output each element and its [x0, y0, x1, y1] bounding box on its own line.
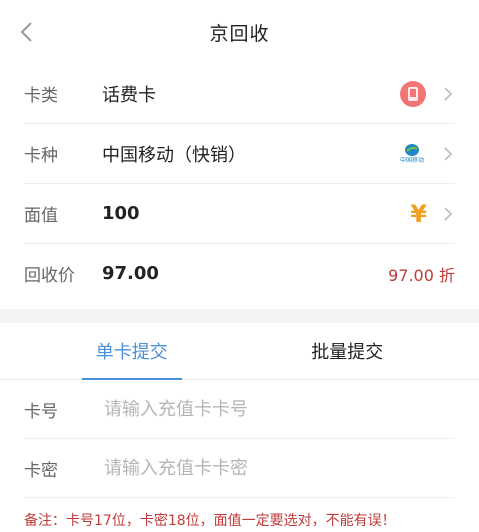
tab-single-submit[interactable]: 单卡提交 — [24, 323, 240, 379]
yen-icon: ¥ — [410, 199, 427, 228]
back-button[interactable] — [12, 18, 40, 46]
header-bar: 京回收 — [0, 0, 479, 64]
card-number-input[interactable] — [102, 397, 455, 421]
note-text: 备注：卡号17位，卡密18位，面值一定要选对，不能有误！ — [24, 513, 396, 529]
chevron-left-icon — [20, 22, 32, 42]
card-password-label: 卡密 — [24, 460, 58, 481]
discount-text: 97.00 折 — [388, 265, 455, 285]
card-kind-row[interactable]: 卡种 中国移动（快销） 中国移动 — [24, 124, 455, 184]
page-title: 京回收 — [209, 22, 270, 45]
card-password-field: 卡密 — [24, 439, 455, 498]
phone-card-icon — [400, 80, 426, 107]
card-type-label: 卡类 — [24, 86, 58, 106]
recycle-price-row: 回收价 97.00 97.00 折 — [24, 244, 455, 303]
card-kind-label: 卡种 — [24, 146, 58, 166]
card-type-row[interactable]: 卡类 话费卡 — [24, 64, 455, 124]
section-divider — [0, 309, 479, 323]
recycle-price-value: 97.00 — [102, 263, 159, 284]
card-kind-value: 中国移动（快销） — [102, 144, 246, 166]
chevron-right-icon — [441, 205, 455, 223]
submit-tabs: 单卡提交 批量提交 — [0, 323, 479, 380]
card-password-input[interactable] — [102, 456, 455, 480]
china-mobile-logo-icon: 中国移动 — [397, 143, 427, 164]
recycle-price-label: 回收价 — [24, 266, 75, 286]
card-info-list: 卡类 话费卡 卡种 中国移动（快销） 中国移动 面值 100 ¥ 回收价 97.… — [0, 64, 479, 303]
face-value-label: 面值 — [24, 206, 58, 226]
face-value-row[interactable]: 面值 100 ¥ — [24, 184, 455, 244]
card-number-field: 卡号 — [24, 380, 455, 439]
tab-batch-submit[interactable]: 批量提交 — [240, 323, 456, 379]
card-type-value: 话费卡 — [102, 84, 156, 106]
face-value-value: 100 — [102, 203, 140, 224]
chevron-right-icon — [441, 85, 455, 103]
chevron-right-icon — [441, 145, 455, 163]
card-number-label: 卡号 — [24, 401, 58, 422]
